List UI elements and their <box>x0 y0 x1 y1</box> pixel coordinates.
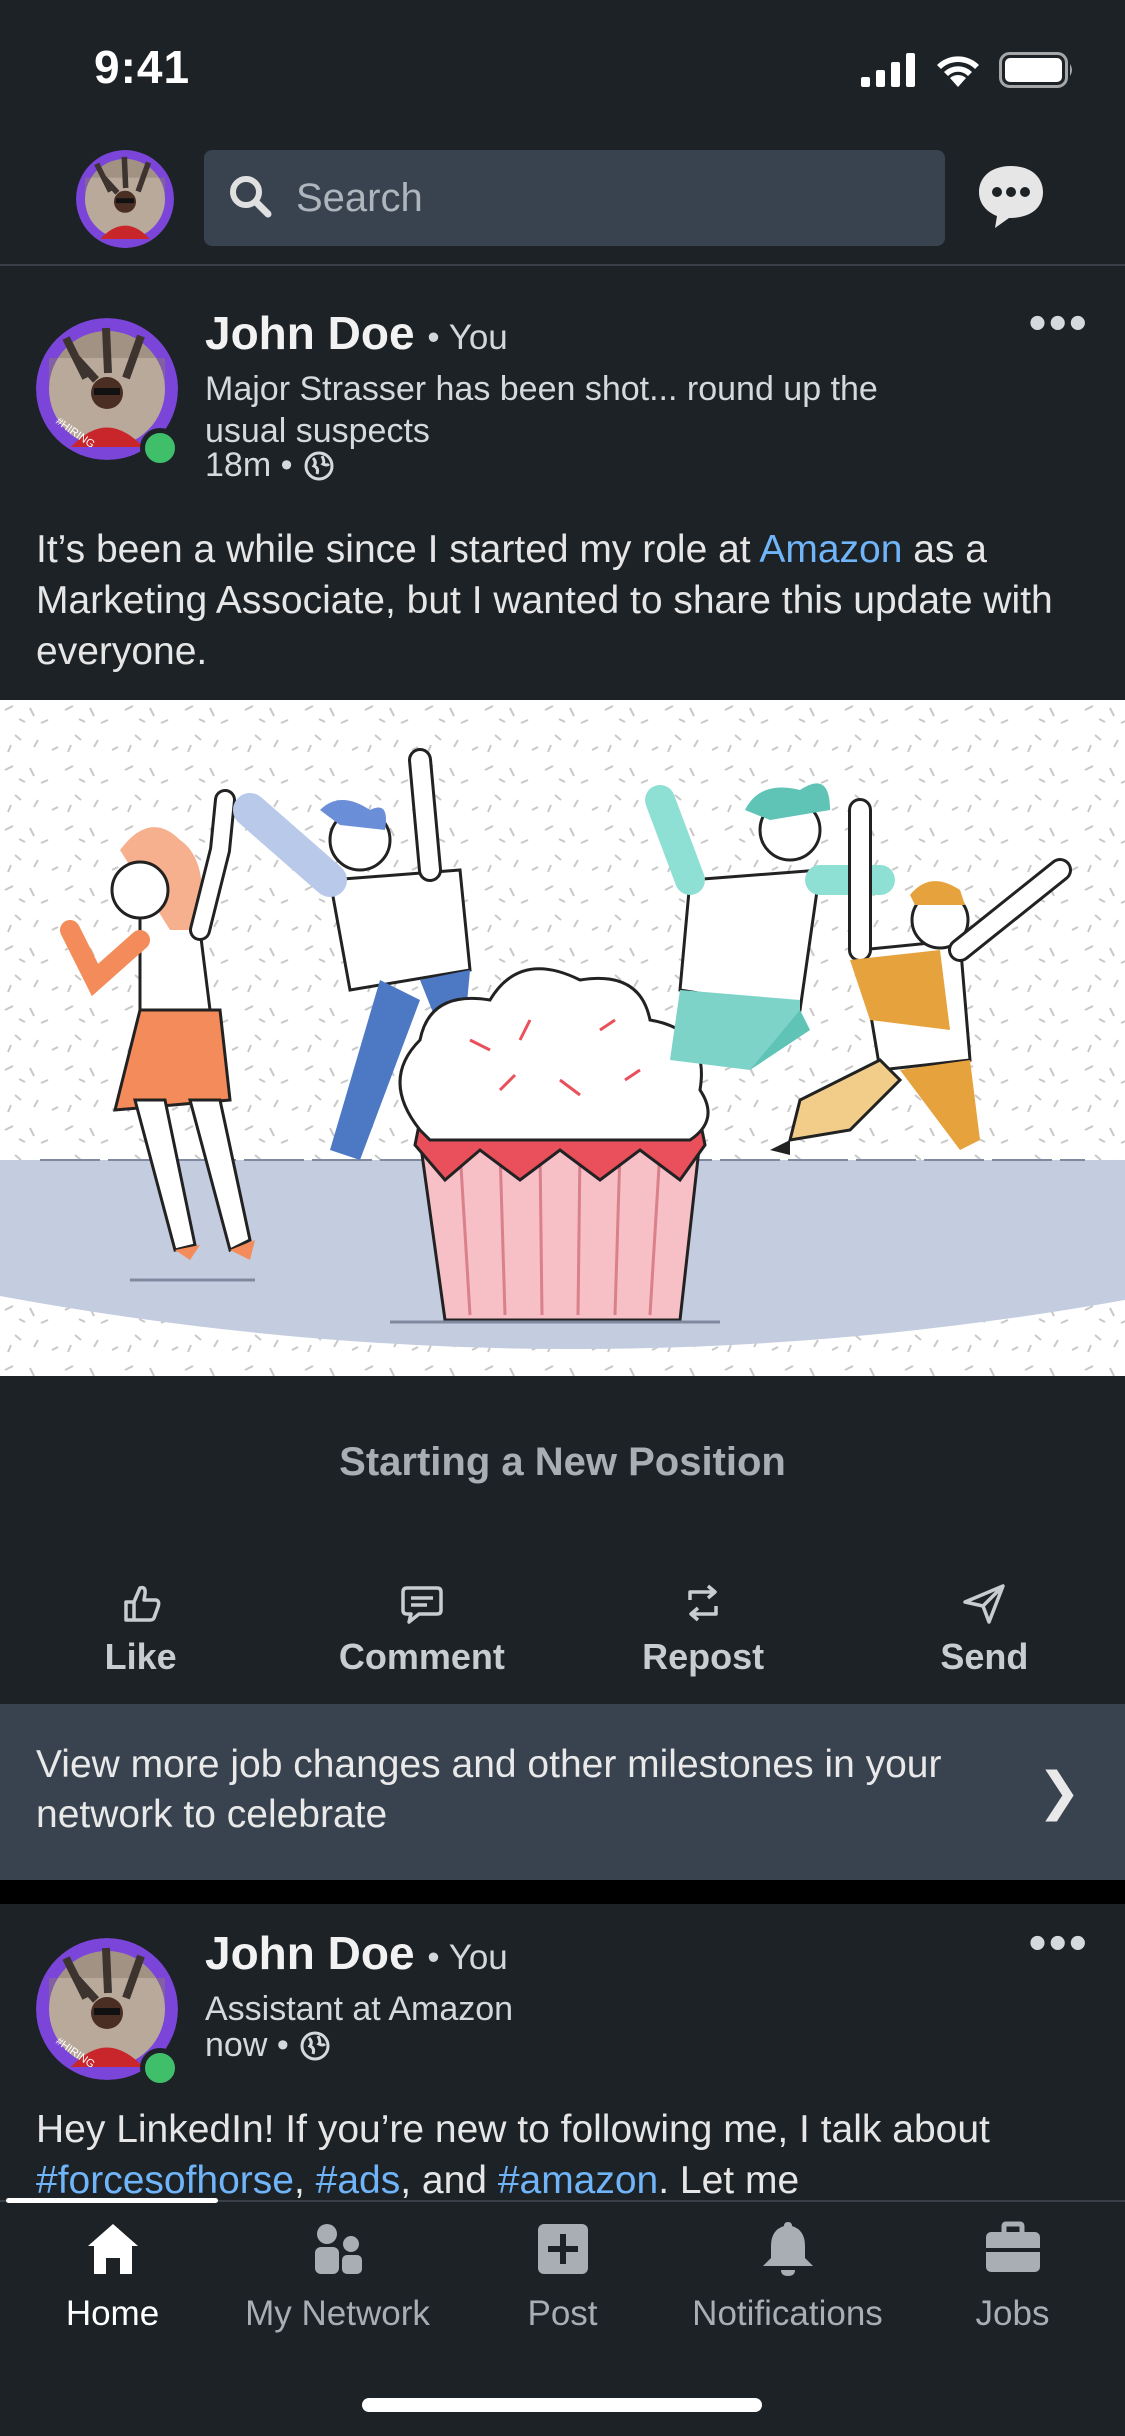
like-label: Like <box>104 1636 177 1677</box>
top-bar <box>0 140 1125 266</box>
post-text: Hey LinkedIn! If you’re new to following… <box>36 2104 1096 2198</box>
post-icon <box>537 2224 588 2274</box>
author-headline: Major Strasser has been shot... round up… <box>205 370 878 450</box>
tab-home[interactable]: Home <box>0 2216 225 2334</box>
tab-home-label: Home <box>65 2294 160 2333</box>
hashtag-link[interactable]: #forcesofhorse <box>36 2159 294 2198</box>
author-you-label: • You <box>427 1938 508 1977</box>
like-icon <box>123 1585 161 1622</box>
post-actions: Like Comment Repost Send <box>0 1580 1125 1700</box>
repost-button[interactable]: Repost <box>563 1580 844 1700</box>
tab-jobs[interactable]: Jobs <box>900 2216 1125 2334</box>
post-meta: 18m • <box>205 446 335 485</box>
company-link[interactable]: Amazon <box>759 528 902 571</box>
post-separator <box>0 1880 1125 1904</box>
feed-post: #HIRING John Doe • You ••• Assistant at … <box>0 1906 1125 2198</box>
bell-icon <box>762 2222 813 2276</box>
milestones-banner[interactable]: View more job changes and other mileston… <box>0 1704 1125 1880</box>
online-status-dot <box>140 428 180 468</box>
post-header: #HIRING John Doe • You ••• Assistant at … <box>0 1906 1125 2116</box>
battery-icon <box>999 52 1072 88</box>
briefcase-icon <box>985 2221 1040 2272</box>
chevron-right-icon: ❯ <box>1037 1763 1081 1821</box>
home-icon <box>87 2224 138 2274</box>
comment-icon <box>401 1586 443 1624</box>
home-indicator[interactable] <box>362 2398 762 2412</box>
search-bar[interactable] <box>204 150 945 246</box>
tab-my-network[interactable]: My Network <box>225 2216 450 2334</box>
more-options-icon[interactable]: ••• <box>1028 1917 1089 1969</box>
more-options-icon[interactable]: ••• <box>1028 297 1089 349</box>
search-input[interactable] <box>296 175 896 221</box>
author-headline: Assistant at Amazon <box>205 1990 514 2028</box>
hashtag-link[interactable]: #ads <box>316 2159 401 2198</box>
like-button[interactable]: Like <box>0 1580 281 1700</box>
tab-post-label: Post <box>527 2294 598 2333</box>
online-status-dot <box>140 2048 180 2088</box>
post-meta: now • <box>205 2026 331 2065</box>
milestones-text: View more job changes and other mileston… <box>36 1743 942 1836</box>
status-icons <box>861 52 1075 88</box>
network-icon <box>314 2224 362 2274</box>
celebration-illustration[interactable] <box>0 700 1125 1376</box>
globe-icon <box>304 451 333 480</box>
repost-icon <box>688 1584 718 1622</box>
status-time: 9:41 <box>94 41 191 93</box>
tab-post[interactable]: Post <box>450 2216 675 2334</box>
illustration-caption-area: Starting a New Position <box>0 1376 1125 1548</box>
milestone-caption: Starting a New Position <box>339 1439 786 1484</box>
send-button[interactable]: Send <box>844 1580 1125 1700</box>
active-tab-indicator <box>6 2198 218 2203</box>
messaging-icon[interactable] <box>975 160 1047 232</box>
tab-notifications-label: Notifications <box>692 2294 883 2333</box>
wifi-icon <box>937 56 979 87</box>
search-icon <box>230 176 272 218</box>
globe-icon <box>300 2031 330 2060</box>
tab-notifications[interactable]: Notifications <box>675 2216 900 2334</box>
post-header: #HIRING John Doe • You ••• Major Strasse… <box>0 268 1125 484</box>
repost-label: Repost <box>642 1636 765 1677</box>
hashtag-link[interactable]: #amazon <box>498 2159 658 2198</box>
my-profile-avatar[interactable] <box>76 150 174 248</box>
post-time: 18m • <box>205 446 293 484</box>
post-text: It’s been a while since I started my rol… <box>36 528 1053 673</box>
cellular-signal-icon <box>861 53 915 87</box>
author-you-label: • You <box>427 318 508 357</box>
send-icon <box>963 1584 1006 1624</box>
tab-jobs-label: Jobs <box>975 2294 1050 2333</box>
send-label: Send <box>940 1636 1029 1677</box>
tab-my-network-label: My Network <box>245 2294 430 2333</box>
author-name[interactable]: John Doe • You <box>205 306 508 360</box>
feed-post: #HIRING John Doe • You ••• Major Strasse… <box>0 268 1125 673</box>
post-time: now • <box>205 2026 289 2064</box>
author-name[interactable]: John Doe • You <box>205 1926 508 1980</box>
comment-label: Comment <box>338 1636 505 1677</box>
comment-button[interactable]: Comment <box>281 1580 562 1700</box>
status-bar: 9:41 <box>0 0 1125 140</box>
